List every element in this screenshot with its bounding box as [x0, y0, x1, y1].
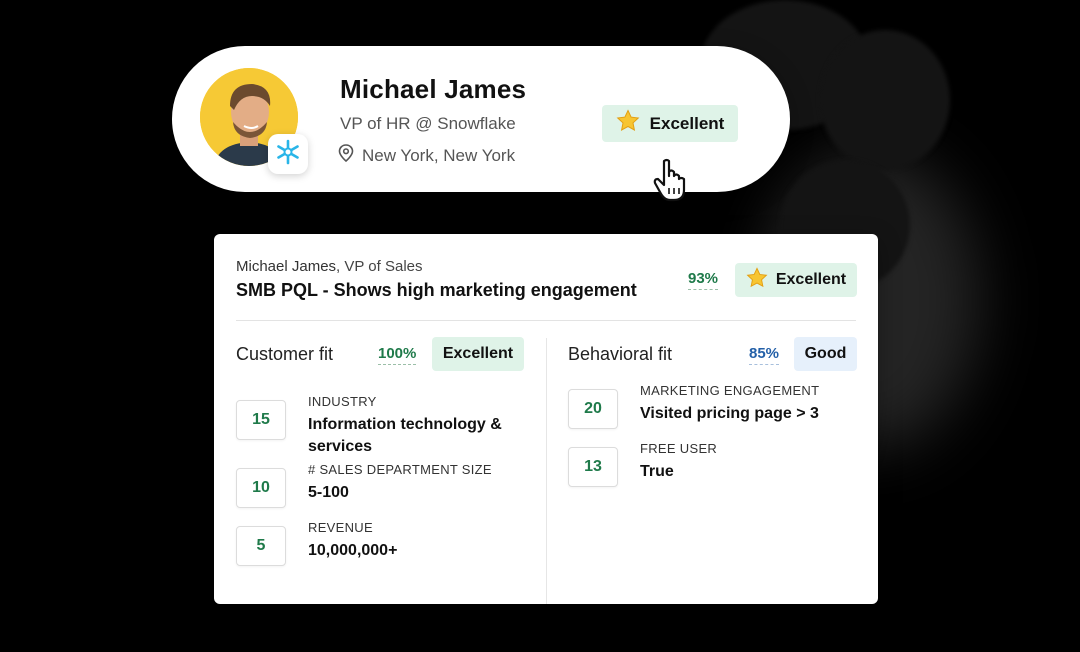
- score-box: 5: [236, 526, 286, 566]
- criterion-value: 5-100: [308, 484, 349, 501]
- score-box: 15: [236, 400, 286, 440]
- lead-score-card: Michael James, VP of Sales SMB PQL - Sho…: [214, 234, 878, 604]
- hand-pointer-icon: [652, 158, 690, 207]
- card-person-name: Michael James: [236, 258, 337, 275]
- criterion-label: MARKETING ENGAGEMENT: [640, 383, 820, 398]
- criterion-value: 10,000,000+: [308, 542, 398, 559]
- score-box: 13: [568, 447, 618, 487]
- customer-fit-percent[interactable]: 100%: [378, 345, 417, 365]
- star-icon: [616, 109, 640, 138]
- customer-fit-title: Customer fit: [236, 344, 334, 364]
- behavioral-fit-percent[interactable]: 85%: [749, 345, 780, 365]
- behavioral-fit-title: Behavioral fit: [568, 344, 673, 364]
- rating-badge[interactable]: Excellent: [602, 105, 738, 142]
- criterion-value: Information technology & services: [308, 416, 502, 455]
- criterion-label: REVENUE: [308, 520, 373, 535]
- overall-rating-label: Excellent: [775, 271, 847, 288]
- person-title: VP of HR @ Snowflake: [340, 114, 516, 133]
- person-name: Michael James: [340, 74, 527, 104]
- background-blob: [820, 30, 950, 170]
- location-pin-icon: [338, 144, 362, 167]
- criterion-label: INDUSTRY: [308, 394, 377, 409]
- criterion-value: True: [640, 463, 674, 480]
- company-logo-badge: [268, 134, 308, 174]
- snowflake-icon: [275, 139, 301, 170]
- card-person-role: , VP of Sales: [336, 258, 423, 275]
- profile-card[interactable]: Michael James VP of HR @ Snowflake New Y…: [172, 46, 790, 202]
- card-subtitle: Michael James, VP of Sales: [236, 258, 423, 275]
- score-box: 20: [568, 389, 618, 429]
- divider: [236, 320, 856, 321]
- person-location: New York, New York: [338, 144, 515, 167]
- criterion-label: # SALES DEPARTMENT SIZE: [308, 462, 492, 477]
- criterion-value: Visited pricing page > 3: [640, 405, 819, 422]
- criterion-label: FREE USER: [640, 441, 718, 456]
- column-divider: [546, 338, 547, 604]
- behavioral-fit-rating-badge[interactable]: Good: [794, 337, 857, 371]
- overall-rating-badge[interactable]: Excellent: [735, 263, 857, 297]
- score-box: 10: [236, 468, 286, 508]
- overall-score-percent[interactable]: 93%: [688, 270, 719, 290]
- customer-fit-rating-badge[interactable]: Excellent: [432, 337, 524, 371]
- rating-label: Excellent: [649, 113, 725, 133]
- location-text: New York, New York: [362, 145, 516, 165]
- card-title: SMB PQL - Shows high marketing engagemen…: [236, 280, 637, 300]
- star-icon: [746, 266, 768, 294]
